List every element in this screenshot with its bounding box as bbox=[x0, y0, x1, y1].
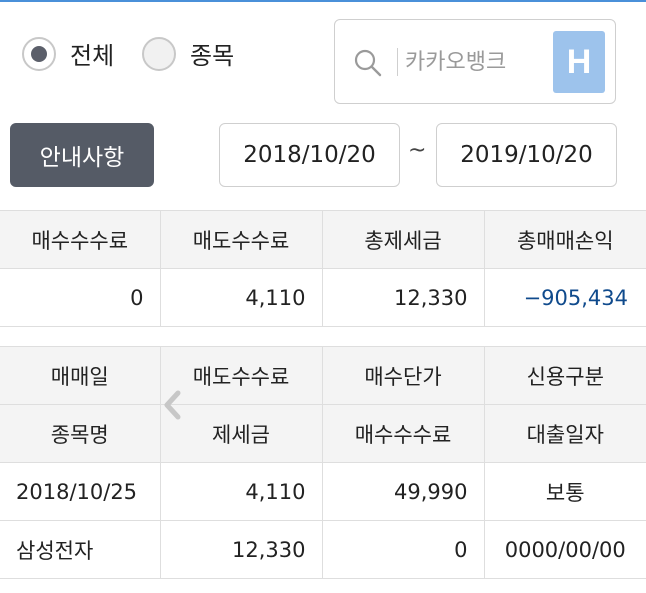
radio-all-label: 전체 bbox=[70, 42, 115, 70]
radio-item[interactable]: 종목 bbox=[142, 36, 234, 71]
header-stock-name: 종목명 bbox=[0, 404, 161, 463]
detail-table: 매매일 매도수수료 매수단가 신용구분 종목명 제세금 매수수수료 대출일자 2… bbox=[0, 346, 646, 579]
table-row[interactable]: 삼성전자 12,330 0 0000/00/00 bbox=[0, 520, 646, 579]
date-separator: ~ bbox=[408, 138, 427, 163]
header-buy-fee: 매수수수료 bbox=[321, 404, 485, 463]
header-trade-date: 매매일 bbox=[0, 346, 161, 405]
summary-table: 매수수수료 매도수수료 총제세금 총매매손익 0 4,110 12,330 −9… bbox=[0, 210, 646, 327]
summary-header-row: 매수수수료 매도수수료 총제세금 총매매손익 bbox=[0, 210, 646, 269]
cell-sell-fee: 4,110 bbox=[159, 462, 323, 521]
search-input[interactable] bbox=[405, 42, 545, 82]
header-total-pnl: 총매매손익 bbox=[483, 210, 646, 269]
header-sell-fee: 매도수수료 bbox=[159, 210, 323, 269]
date-to-field[interactable]: 2019/10/20 bbox=[436, 123, 617, 187]
value-sell-fee: 4,110 bbox=[159, 268, 323, 327]
top-accent-line bbox=[0, 0, 646, 2]
table-row[interactable]: 2018/10/25 4,110 49,990 보통 bbox=[0, 462, 646, 521]
header-buy-price: 매수단가 bbox=[321, 346, 485, 405]
detail-header-row-1: 매매일 매도수수료 매수단가 신용구분 bbox=[0, 346, 646, 405]
cell-buy-fee: 0 bbox=[321, 520, 485, 579]
search-divider bbox=[397, 48, 398, 76]
radio-unselected-indicator bbox=[142, 36, 176, 71]
cell-buy-price: 49,990 bbox=[321, 462, 485, 521]
cell-tax: 12,330 bbox=[159, 520, 323, 579]
radio-selected-indicator bbox=[22, 36, 56, 71]
header-buy-fee: 매수수수료 bbox=[0, 210, 161, 269]
radio-item-label: 종목 bbox=[190, 42, 235, 70]
header-loan-date: 대출일자 bbox=[483, 404, 646, 463]
value-total-tax: 12,330 bbox=[321, 268, 485, 327]
notice-button[interactable]: 안내사항 bbox=[10, 123, 154, 187]
h-button[interactable]: H bbox=[553, 31, 605, 93]
chevron-left-icon[interactable] bbox=[158, 388, 188, 422]
cell-stock-name: 삼성전자 bbox=[0, 520, 161, 579]
search-icon[interactable] bbox=[353, 48, 383, 78]
summary-value-row: 0 4,110 12,330 −905,434 bbox=[0, 268, 646, 327]
header-total-tax: 총제세금 bbox=[321, 210, 485, 269]
header-credit-type: 신용구분 bbox=[483, 346, 646, 405]
radio-all[interactable]: 전체 bbox=[22, 36, 114, 71]
date-from-field[interactable]: 2018/10/20 bbox=[219, 123, 400, 187]
cell-loan-date: 0000/00/00 bbox=[483, 520, 646, 579]
cell-credit-type: 보통 bbox=[483, 462, 646, 521]
stock-search-box: H bbox=[334, 19, 616, 104]
cell-trade-date: 2018/10/25 bbox=[0, 462, 161, 521]
value-total-pnl: −905,434 bbox=[483, 268, 646, 327]
detail-header-row-2: 종목명 제세금 매수수수료 대출일자 bbox=[0, 404, 646, 463]
value-buy-fee: 0 bbox=[0, 268, 161, 327]
